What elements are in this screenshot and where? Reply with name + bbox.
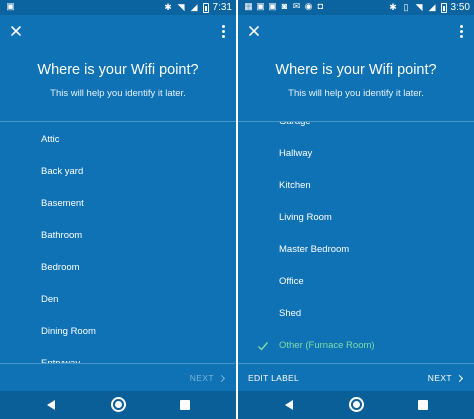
- mail-icon: ✉: [292, 1, 301, 11]
- phone-screen-right: ▦ ▣ ▣ ◙ ✉ ◉ ◘ ✱ ▯ ◥ ◢ 3:50 Where is your…: [238, 0, 474, 419]
- home-icon[interactable]: [111, 397, 126, 412]
- list-item-label: Garage: [279, 122, 311, 138]
- list-item[interactable]: Attic: [0, 124, 236, 156]
- bottom-action-bar: EDIT LABEL NEXT: [238, 363, 474, 391]
- edit-label-button[interactable]: EDIT LABEL: [248, 364, 299, 392]
- more-options-button[interactable]: [456, 23, 466, 39]
- location-list[interactable]: Garage Hallway Kitchen Living Room Master Be…: [238, 122, 474, 363]
- list-item-label: Other (Furnace Room): [279, 340, 375, 351]
- list-item[interactable]: Shed: [238, 298, 474, 330]
- list-item-label: Shed: [279, 308, 302, 319]
- calendar-icon: ▦: [244, 1, 253, 11]
- back-icon[interactable]: [283, 399, 295, 411]
- system-nav-bar: [0, 391, 236, 419]
- list-item-label: Bedroom: [41, 262, 80, 273]
- list-item[interactable]: Other (Furnace Room): [238, 330, 474, 362]
- list-item[interactable]: Kitchen: [238, 170, 474, 202]
- image-icon: ▣: [256, 1, 265, 11]
- battery-icon: [440, 2, 447, 13]
- top-app-bar: [238, 15, 474, 47]
- list-item-label: Kitchen: [279, 180, 311, 191]
- list-item-label: Dining Room: [41, 326, 96, 337]
- status-time: 3:50: [450, 2, 470, 13]
- page-subtitle: This will help you identify it later.: [50, 88, 186, 99]
- page-subtitle: This will help you identify it later.: [288, 88, 424, 99]
- list-item-label: Attic: [41, 134, 60, 145]
- recents-icon[interactable]: [180, 400, 190, 410]
- more-vert-icon: [459, 24, 463, 28]
- list-item[interactable]: Back yard: [0, 156, 236, 188]
- system-nav-bar: [238, 391, 474, 419]
- list-item[interactable]: Basement: [0, 188, 236, 220]
- close-icon: [249, 26, 259, 36]
- chevron-right-icon: [217, 374, 226, 382]
- check-icon: [258, 342, 269, 351]
- list-item-label: Den: [41, 294, 59, 305]
- next-button-label: NEXT: [189, 373, 214, 383]
- list-item[interactable]: Dining Room: [0, 316, 236, 348]
- status-bar: ▦ ▣ ▣ ◙ ✉ ◉ ◘ ✱ ▯ ◥ ◢ 3:50: [238, 0, 474, 15]
- bottom-action-bar: NEXT: [0, 363, 236, 391]
- recents-icon[interactable]: [418, 400, 428, 410]
- next-button-label: NEXT: [427, 373, 452, 383]
- outlook-icon: ◘: [317, 1, 324, 11]
- next-button[interactable]: NEXT: [427, 364, 464, 392]
- list-item[interactable]: Hallway: [238, 138, 474, 170]
- wifi-icon: ◥: [415, 2, 423, 12]
- list-item[interactable]: Master Bedroom: [238, 234, 474, 266]
- battery-icon: [202, 2, 209, 13]
- wifi-icon: ◥: [177, 2, 185, 12]
- chevron-right-icon: [455, 374, 464, 382]
- vibrate-icon: ▯: [403, 2, 409, 12]
- list-item-label: Master Bedroom: [279, 244, 350, 255]
- list-item[interactable]: Entryway: [0, 348, 236, 363]
- list-item-label: Hallway: [279, 148, 313, 159]
- page-title: Where is your Wifi point?: [37, 62, 199, 78]
- bluetooth-icon: ✱: [164, 2, 172, 12]
- image-icon: ▣: [6, 1, 15, 11]
- top-app-bar: [0, 15, 236, 47]
- skype-icon: ◉: [304, 1, 313, 11]
- signal-icon: ◢: [190, 2, 198, 12]
- close-icon: [11, 26, 21, 36]
- status-time: 7:31: [212, 2, 232, 13]
- more-options-button[interactable]: [218, 23, 228, 39]
- next-button[interactable]: NEXT: [189, 364, 226, 392]
- gamepad-icon: ◙: [281, 1, 288, 11]
- list-item-label: Office: [279, 276, 304, 287]
- list-item-label: Entryway: [41, 348, 80, 363]
- list-item[interactable]: Bathroom: [0, 220, 236, 252]
- list-item-label: Living Room: [279, 212, 332, 223]
- more-vert-icon: [221, 24, 225, 28]
- list-item[interactable]: Living Room: [238, 202, 474, 234]
- list-item[interactable]: Garage: [238, 122, 474, 138]
- status-bar: ▣ ✱ ◥ ◢ 7:31: [0, 0, 236, 15]
- list-item-label: Back yard: [41, 166, 84, 177]
- back-icon[interactable]: [45, 399, 57, 411]
- location-list[interactable]: Attic Back yard Basement Bathroom Bedroom Den…: [0, 122, 236, 363]
- list-item[interactable]: Office: [238, 266, 474, 298]
- close-button[interactable]: [246, 23, 262, 39]
- list-item-label: Bathroom: [41, 230, 83, 241]
- bluetooth-icon: ✱: [389, 2, 397, 12]
- list-item-label: Basement: [41, 198, 84, 209]
- list-item[interactable]: Den: [0, 284, 236, 316]
- phone-screen-left: ▣ ✱ ◥ ◢ 7:31 Where is your Wifi point? T…: [0, 0, 236, 419]
- list-item[interactable]: Bedroom: [0, 252, 236, 284]
- signal-icon: ◢: [428, 2, 436, 12]
- home-icon[interactable]: [349, 397, 364, 412]
- close-button[interactable]: [8, 23, 24, 39]
- page-title: Where is your Wifi point?: [275, 62, 437, 78]
- image-icon: ▣: [268, 1, 277, 11]
